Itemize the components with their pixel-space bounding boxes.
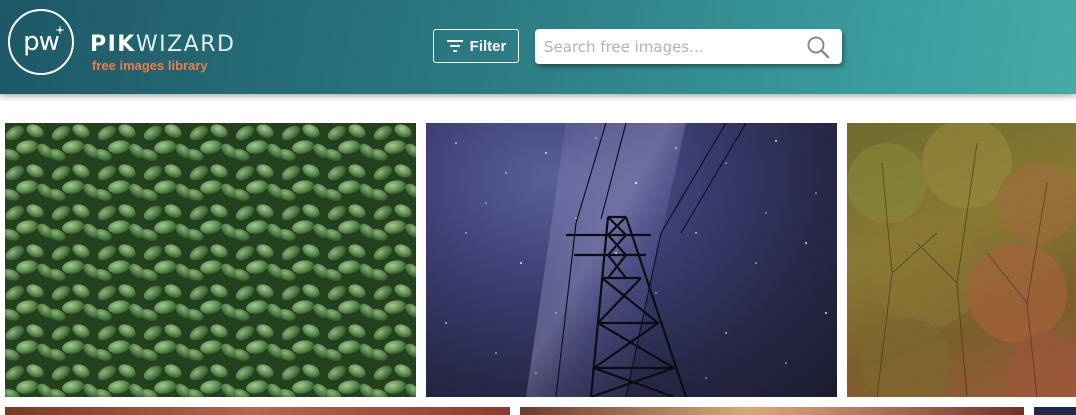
gallery-photo-partial-3[interactable] bbox=[1034, 407, 1076, 415]
pylon-image bbox=[445, 123, 827, 397]
filter-button[interactable]: Filter bbox=[433, 29, 519, 63]
search-input[interactable] bbox=[544, 29, 794, 64]
search-box bbox=[535, 29, 842, 64]
filter-button-label: Filter bbox=[469, 37, 507, 55]
top-header: pw PIKWIZARD free images library Filter bbox=[0, 0, 1076, 94]
gallery-photo-autumn-trees[interactable] bbox=[847, 123, 1076, 397]
brand-name-bold: PIK bbox=[90, 32, 136, 57]
gallery-photo-partial-2[interactable] bbox=[520, 407, 1024, 415]
gallery-photo-pylon[interactable] bbox=[426, 123, 837, 397]
logo-badge[interactable]: pw bbox=[8, 9, 74, 75]
filter-lines-icon bbox=[446, 40, 463, 52]
brand-name[interactable]: PIKWIZARD bbox=[90, 33, 235, 57]
brand-tagline: free images library bbox=[92, 58, 208, 73]
autumn-trees-image bbox=[847, 123, 1076, 397]
search-icon[interactable] bbox=[806, 35, 830, 59]
logo-text: pw bbox=[23, 27, 60, 57]
gallery-photo-shrub[interactable] bbox=[5, 123, 416, 397]
brand-name-light: WIZARD bbox=[135, 32, 236, 57]
sparkle-icon bbox=[56, 26, 64, 34]
gallery-photo-partial-1[interactable] bbox=[5, 407, 510, 415]
shrub-image bbox=[5, 123, 416, 397]
